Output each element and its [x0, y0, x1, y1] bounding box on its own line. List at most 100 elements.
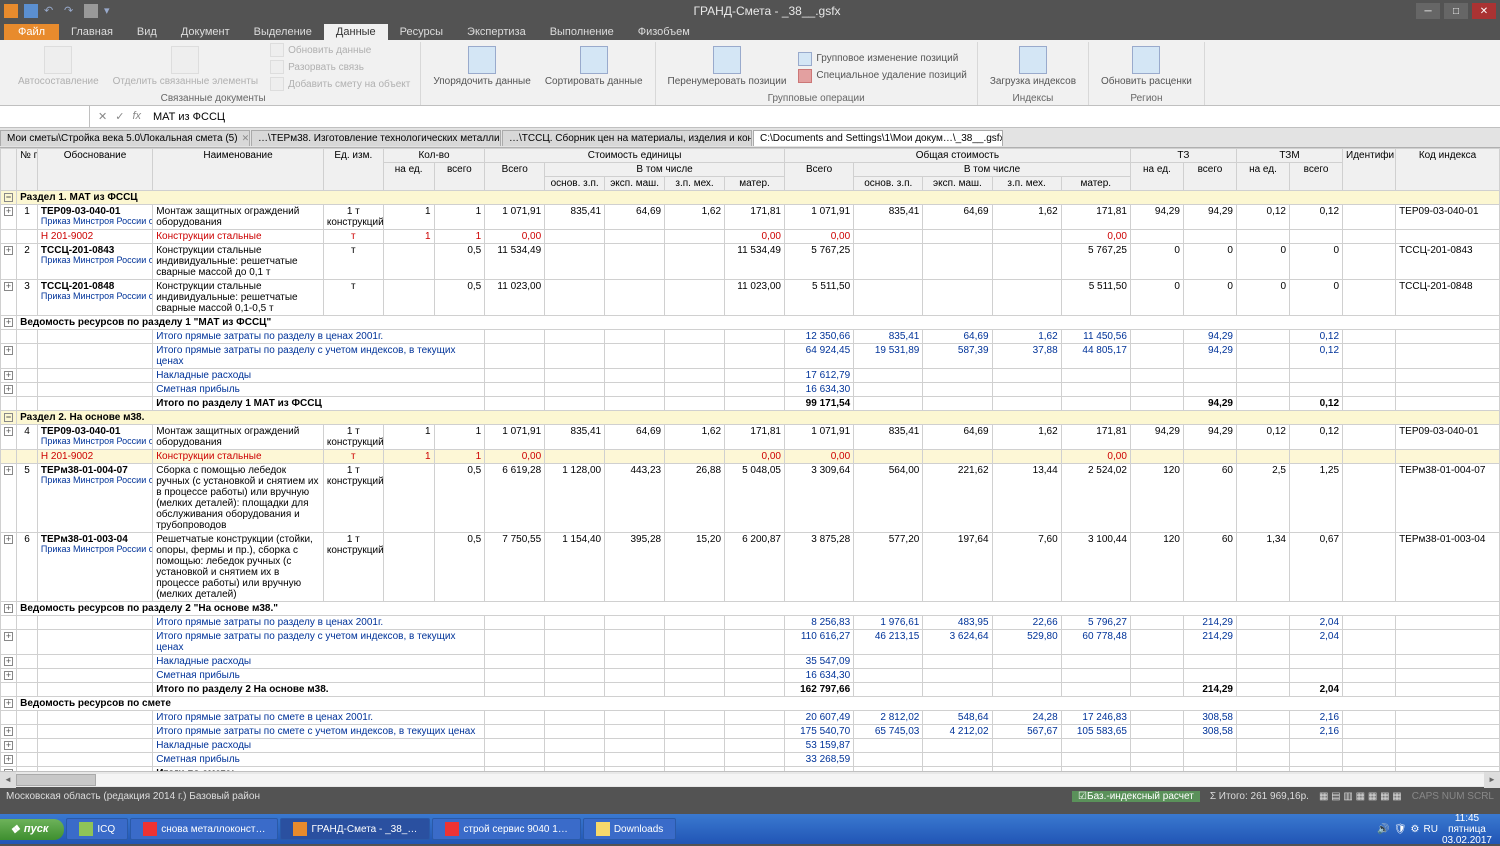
expand-icon[interactable]: + [4, 671, 13, 680]
tab-main[interactable]: Главная [59, 24, 125, 40]
fx-icon[interactable]: fx [130, 110, 143, 123]
table-row[interactable]: +Накладные расходы35 547,09 [1, 655, 1500, 669]
doc-tab[interactable]: …\ТССЦ. Сборник цен на материалы, издели… [502, 130, 752, 146]
tray-icon[interactable]: 🛡 [1394, 824, 1407, 835]
table-row[interactable]: +6 ТЕРм38-01-003-04Приказ Минстроя Росси… [1, 533, 1500, 602]
taskbar-item[interactable]: Downloads [583, 818, 676, 840]
expand-icon[interactable]: + [4, 604, 13, 613]
expand-icon[interactable]: + [4, 466, 13, 475]
group-change-button[interactable]: Групповое изменение позиций [794, 51, 970, 67]
table-row[interactable]: Итого прямые затраты по смете в ценах 20… [1, 711, 1500, 725]
table-row[interactable]: +5 ТЕРм38-01-004-07Приказ Минстроя Росси… [1, 464, 1500, 533]
expand-icon[interactable]: + [4, 755, 13, 764]
table-row[interactable]: Н 201-9002Конструкции стальныет 110,000,… [1, 230, 1500, 244]
subsection-row[interactable]: +Ведомость ресурсов по разделу 1 "МАТ из… [1, 316, 1500, 330]
section-row[interactable]: −Раздел 1. МАТ из ФССЦ [1, 191, 1500, 205]
hdr-unit[interactable]: Ед. изм. [323, 149, 383, 191]
table-row[interactable]: +2 ТССЦ-201-0843Приказ Минстроя России о… [1, 244, 1500, 280]
file-tab[interactable]: Файл [4, 24, 59, 40]
table-row[interactable]: +Итого прямые затраты по смете с учетом … [1, 725, 1500, 739]
hdr-id[interactable]: Идентифи катор [1343, 149, 1396, 191]
table-row[interactable]: +3 ТССЦ-201-0848Приказ Минстроя России о… [1, 280, 1500, 316]
table-row[interactable]: +Накладные расходы53 159,87 [1, 739, 1500, 753]
table-row[interactable]: +4 ТЕР09-03-040-01Приказ Минстроя России… [1, 425, 1500, 450]
update-prices-button[interactable]: Обновить расценки [1095, 44, 1198, 90]
cancel-icon[interactable]: ✕ [96, 110, 109, 123]
collapse-icon[interactable]: − [4, 413, 13, 422]
load-indexes-button[interactable]: Загрузка индексов [984, 44, 1082, 90]
hdr-tz[interactable]: ТЗ [1130, 149, 1236, 163]
table-row[interactable]: Итого прямые затраты по разделу в ценах … [1, 330, 1500, 344]
cell-ref[interactable] [0, 106, 90, 127]
subsection-row[interactable]: +Ведомость ресурсов по разделу 2 "На осн… [1, 602, 1500, 616]
horizontal-scrollbar[interactable]: ◄ ► [0, 771, 1500, 787]
subsection-row[interactable]: +Ведомость ресурсов по смете [1, 697, 1500, 711]
clock[interactable]: 11:45пятница03.02.2017 [1442, 813, 1492, 846]
hdr-idx[interactable]: Код индекса [1396, 149, 1500, 191]
taskbar-item[interactable]: ICQ [66, 818, 128, 840]
table-row[interactable]: +Итого прямые затраты по разделу с учето… [1, 344, 1500, 369]
sort-data-button[interactable]: Сортировать данные [539, 44, 649, 90]
table-row[interactable]: + 1 ТЕР09-03-040-01Приказ Минстроя Росси… [1, 205, 1500, 230]
hdr-name[interactable]: Наименование [153, 149, 324, 191]
expand-icon[interactable]: + [4, 246, 13, 255]
minimize-button[interactable]: ─ [1416, 3, 1440, 19]
calc-mode[interactable]: ☑ Баз.-индексный расчет [1072, 791, 1200, 802]
table-row[interactable]: +Итого прямые затраты по разделу с учето… [1, 630, 1500, 655]
expand-icon[interactable]: + [4, 657, 13, 666]
expand-icon[interactable]: + [4, 346, 13, 355]
start-button[interactable]: ❖ пуск [0, 819, 64, 840]
system-tray[interactable]: 🔊 🛡 ⚙ RU 11:45пятница03.02.2017 [1369, 813, 1500, 846]
hdr-ucost[interactable]: Стоимость единицы [485, 149, 785, 163]
view-buttons[interactable]: ▦ ▤ ▥ ▦ ▦ ▦ ▦ [1319, 791, 1402, 802]
estimate-grid[interactable]: № п.п Обоснование Наименование Ед. изм. … [0, 148, 1500, 771]
collapse-icon[interactable]: − [4, 769, 13, 771]
close-icon[interactable]: ✕ [242, 133, 250, 144]
hdr-code[interactable]: Обоснование [37, 149, 152, 191]
scroll-right-button[interactable]: ► [1484, 772, 1500, 788]
expand-icon[interactable]: + [4, 699, 13, 708]
table-row[interactable]: +Сметная прибыль33 268,59 [1, 753, 1500, 767]
table-row[interactable]: +Сметная прибыль16 634,30 [1, 383, 1500, 397]
grid-area[interactable]: № п.п Обоснование Наименование Ед. изм. … [0, 148, 1500, 771]
dropdown-icon[interactable]: ▾ [104, 4, 118, 18]
hdr-tzm[interactable]: ТЗМ [1236, 149, 1342, 163]
save-icon[interactable] [24, 4, 38, 18]
table-row[interactable]: +Сметная прибыль16 634,30 [1, 669, 1500, 683]
print-icon[interactable] [84, 4, 98, 18]
table-row[interactable]: Итого по разделу 1 МАТ из ФССЦ99 171,549… [1, 397, 1500, 411]
doc-tab[interactable]: C:\Documents and Settings\1\Мои докум…\_… [753, 130, 1003, 146]
special-delete-button[interactable]: Специальное удаление позиций [794, 68, 970, 84]
tab-resources[interactable]: Ресурсы [388, 24, 455, 40]
tray-icon[interactable]: ⚙ [1411, 824, 1420, 835]
section-row[interactable]: −Раздел 2. На основе м38. [1, 411, 1500, 425]
hdr-n[interactable]: № п.п [17, 149, 38, 191]
expand-icon[interactable]: + [4, 282, 13, 291]
order-data-button[interactable]: Упорядочить данные [427, 44, 536, 90]
qat-icon[interactable] [4, 4, 18, 18]
hdr-tcost[interactable]: Общая стоимость [785, 149, 1131, 163]
table-row[interactable]: Итого по разделу 2 На основе м38.162 797… [1, 683, 1500, 697]
close-button[interactable]: ✕ [1472, 3, 1496, 19]
table-row[interactable]: −Итоги по смете: [1, 767, 1500, 772]
formula-input[interactable] [149, 106, 1500, 127]
accept-icon[interactable]: ✓ [113, 110, 126, 123]
tray-icon[interactable]: 🔊 [1377, 824, 1389, 835]
table-row[interactable]: +Накладные расходы17 612,79 [1, 369, 1500, 383]
undo-icon[interactable]: ↶ [44, 4, 58, 18]
redo-icon[interactable]: ↷ [64, 4, 78, 18]
taskbar-item[interactable]: строй сервис 9040 1… [432, 818, 580, 840]
expand-icon[interactable]: + [4, 318, 13, 327]
table-row[interactable]: Итого прямые затраты по разделу в ценах … [1, 616, 1500, 630]
tab-physvolume[interactable]: Физобъем [626, 24, 702, 40]
scroll-track[interactable] [16, 774, 1484, 786]
expand-icon[interactable]: + [4, 371, 13, 380]
tab-selection[interactable]: Выделение [242, 24, 324, 40]
tab-view[interactable]: Вид [125, 24, 169, 40]
hdr-qty[interactable]: Кол-во [383, 149, 484, 163]
doc-tab[interactable]: …\ТЕРм38. Изготовление технологических м… [251, 130, 501, 146]
tab-data[interactable]: Данные [324, 24, 388, 40]
tab-execution[interactable]: Выполнение [538, 24, 626, 40]
expand-icon[interactable]: + [4, 741, 13, 750]
tab-expertise[interactable]: Экспертиза [455, 24, 538, 40]
